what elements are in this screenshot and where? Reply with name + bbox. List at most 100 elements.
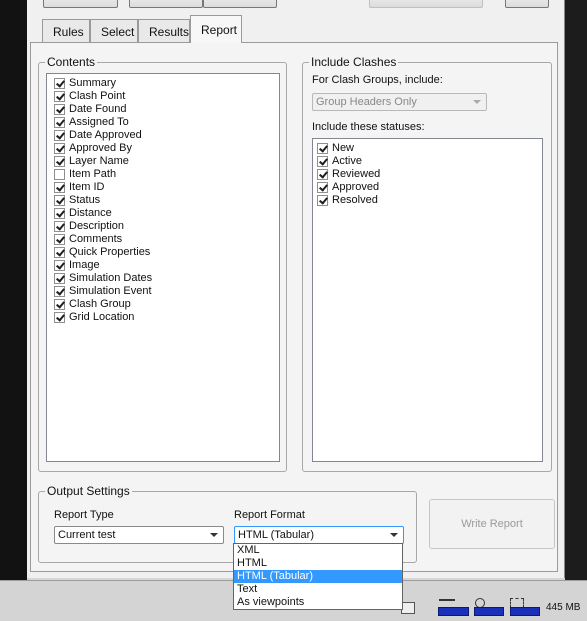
list-item[interactable]: Comments [54,233,279,246]
checkbox[interactable] [54,117,65,128]
sheet-icon[interactable] [401,602,415,614]
report-type-value: Current test [58,529,116,541]
checkbox[interactable] [54,169,65,180]
list-item[interactable]: Item ID [54,181,279,194]
list-item[interactable]: Clash Group [54,298,279,311]
list-item[interactable]: Active [317,155,542,168]
top-button-2[interactable] [129,0,203,8]
list-item[interactable]: Approved [317,181,542,194]
right-dark-edge [565,0,587,580]
report-format-label: Report Format [234,509,305,521]
tab-report[interactable]: Report [190,15,242,43]
list-item[interactable]: Approved By [54,142,279,155]
checkbox[interactable] [54,299,65,310]
list-item-label: Clash Point [69,90,126,102]
clash-groups-value: Group Headers Only [316,96,417,108]
list-item-label: Date Approved [69,129,142,141]
list-item[interactable]: Item Path [54,168,279,181]
format-option[interactable]: As viewpoints [234,596,402,609]
clash-groups-combo[interactable]: Group Headers Only [312,93,487,111]
list-item-label: Layer Name [69,155,129,167]
list-item[interactable]: Date Approved [54,129,279,142]
top-button-1[interactable] [43,0,118,8]
report-format-dropdown: XML HTML HTML (Tabular) Text As viewpoints [233,543,403,610]
list-item[interactable]: Simulation Event [54,285,279,298]
checkbox[interactable] [54,78,65,89]
checkbox[interactable] [54,247,65,258]
checkbox[interactable] [54,208,65,219]
list-item-label: Resolved [332,194,378,206]
list-item[interactable]: Distance [54,207,279,220]
list-item[interactable]: Resolved [317,194,542,207]
format-option[interactable]: Text [234,583,402,596]
list-item-label: Image [69,259,100,271]
tab-results[interactable]: Results [138,19,190,43]
list-item[interactable]: Simulation Dates [54,272,279,285]
list-item[interactable]: New [317,142,542,155]
list-item[interactable]: Status [54,194,279,207]
performance-meter-1 [438,607,469,616]
report-type-combo[interactable]: Current test [54,526,224,544]
list-item-label: Date Found [69,103,127,115]
checkbox[interactable] [54,104,65,115]
list-item[interactable]: Image [54,259,279,272]
list-item[interactable]: Quick Properties [54,246,279,259]
list-item[interactable]: Summary [54,77,279,90]
top-button-options[interactable] [505,0,549,8]
write-report-button[interactable]: Write Report [429,499,555,549]
list-item[interactable]: Date Found [54,103,279,116]
performance-meter-3 [510,607,540,616]
checkbox[interactable] [54,195,65,206]
checkbox[interactable] [317,143,328,154]
list-item[interactable]: Description [54,220,279,233]
checkbox[interactable] [54,143,65,154]
list-item[interactable]: Grid Location [54,311,279,324]
list-item-label: Assigned To [69,116,129,128]
checkbox[interactable] [54,221,65,232]
clash-detective-panel: Rules Select Results Report Contents Sum… [27,0,565,578]
include-clashes-group: Include Clashes For Clash Groups, includ… [302,55,552,472]
checkbox[interactable] [54,260,65,271]
format-option[interactable]: HTML (Tabular) [234,570,402,583]
checkbox[interactable] [317,156,328,167]
list-item-label: Summary [69,77,117,89]
statuses-list[interactable]: New Active Reviewed Approved Resolved [312,138,543,462]
format-option[interactable]: XML [234,544,402,557]
checkbox[interactable] [54,312,65,323]
report-format-value: HTML (Tabular) [238,529,314,541]
report-format-combo[interactable]: HTML (Tabular) [234,526,404,544]
list-item-label: Item Path [69,168,117,180]
chevron-down-icon [210,533,218,537]
list-item[interactable]: Layer Name [54,155,279,168]
tab-select[interactable]: Select [90,19,138,43]
list-item[interactable]: Reviewed [317,168,542,181]
memory-usage: 445 MB [546,602,581,613]
list-item[interactable]: Clash Point [54,90,279,103]
checkbox[interactable] [54,234,65,245]
checkbox[interactable] [317,169,328,180]
list-item-label: Approved By [69,142,132,154]
checkbox[interactable] [54,130,65,141]
contents-list[interactable]: Summary Clash Point Date Found Assigned To D… [46,73,280,462]
checkbox[interactable] [317,195,328,206]
list-item-label: Distance [69,207,112,219]
checkbox[interactable] [54,273,65,284]
list-item-label: Active [332,155,362,167]
checkbox[interactable] [54,182,65,193]
checkbox[interactable] [54,286,65,297]
list-item-label: New [332,142,355,154]
tab-rules[interactable]: Rules [42,19,90,43]
report-tab-content: Contents Summary Clash Point Date Found Ass… [30,42,558,572]
checkbox[interactable] [54,91,65,102]
list-item-label: Item ID [69,181,105,193]
list-item[interactable]: Assigned To [54,116,279,129]
checkbox[interactable] [54,156,65,167]
left-dark-edge [0,0,27,621]
top-button-3[interactable] [203,0,277,8]
performance-meter-2 [474,607,504,616]
top-button-disabled[interactable] [369,0,483,8]
pencil-icon[interactable] [439,599,455,605]
list-item-label: Approved [332,181,380,193]
checkbox[interactable] [317,182,328,193]
format-option[interactable]: HTML [234,557,402,570]
